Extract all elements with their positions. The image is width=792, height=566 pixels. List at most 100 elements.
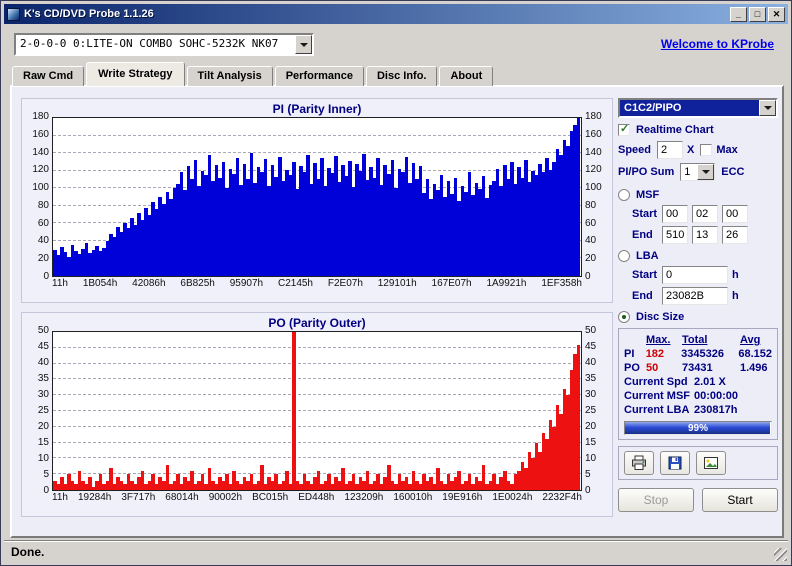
mode-combo[interactable]: C1C2/PIPO <box>618 98 778 118</box>
maximize-icon[interactable]: □ <box>749 6 766 22</box>
msf-end-m-input[interactable] <box>662 226 688 244</box>
printer-icon <box>632 455 646 470</box>
lba-start-input[interactable] <box>662 266 728 284</box>
lba-radio[interactable] <box>618 250 630 262</box>
x-tick-label: 11h <box>52 278 68 289</box>
app-window: K's CD/DVD Probe 1.1.26 _ □ ✕ 2-0-0-0 0:… <box>0 0 792 566</box>
y-tick-label: 40 <box>585 235 597 247</box>
tab-raw-cmd[interactable]: Raw Cmd <box>12 66 85 86</box>
pipo-sum-dropdown-button[interactable] <box>697 164 715 180</box>
y-tick-label: 160 <box>585 128 602 140</box>
y-tick-label: 0 <box>585 271 591 282</box>
lba-radio-row: LBA <box>618 250 778 262</box>
disc-size-radio[interactable] <box>618 311 630 323</box>
tab-disc-info[interactable]: Disc Info. <box>365 66 438 86</box>
export-image-button[interactable] <box>696 451 726 475</box>
pipo-sum-combo[interactable]: 1 <box>680 163 716 181</box>
tab-write-strategy[interactable]: Write Strategy <box>86 62 185 86</box>
dropdown-arrow-icon <box>299 42 308 51</box>
msf-radio[interactable] <box>618 189 630 201</box>
title-bar: K's CD/DVD Probe 1.1.26 _ □ ✕ <box>4 4 788 24</box>
lba-start-row: Start h <box>618 266 778 284</box>
stats-pi-avg: 68.152 <box>738 348 772 360</box>
resize-grip[interactable] <box>774 548 787 561</box>
realtime-label: Realtime Chart <box>636 124 714 136</box>
y-tick-label: 45 <box>585 341 597 352</box>
tab-about[interactable]: About <box>439 66 494 86</box>
y-tick-label: 45 <box>37 341 49 352</box>
max-checkbox[interactable] <box>700 144 713 156</box>
save-button[interactable] <box>660 451 690 475</box>
lba-end-unit: h <box>732 290 739 302</box>
y-tick-label: 15 <box>37 437 49 448</box>
y-tick-label: 35 <box>37 373 49 384</box>
run-buttons-row: Stop Start <box>618 488 778 512</box>
stop-button[interactable]: Stop <box>618 488 694 512</box>
y-tick-label: 140 <box>32 146 49 158</box>
pi-y-axis-right: 0 20 40 60 80 100 120 140 160 180 <box>582 112 608 282</box>
y-tick-label: 0 <box>585 485 591 496</box>
welcome-link[interactable]: Welcome to KProbe <box>661 37 774 51</box>
pi-chart-title: PI (Parity Inner) <box>272 102 362 116</box>
y-tick-label: 5 <box>585 469 591 480</box>
bar-series <box>53 332 581 490</box>
msf-end-f-input[interactable] <box>722 226 748 244</box>
speed-input[interactable] <box>657 141 684 159</box>
lba-end-input[interactable] <box>662 287 728 305</box>
x-tick-label: F2E07h <box>327 278 363 289</box>
x-tick-label: 1EF358h <box>541 278 582 289</box>
print-button[interactable] <box>624 451 654 475</box>
msf-end-s-input[interactable] <box>692 226 718 244</box>
y-tick-label: 80 <box>585 199 597 211</box>
app-icon <box>7 7 20 21</box>
y-tick-label: 10 <box>37 453 49 464</box>
msf-start-s-input[interactable] <box>692 205 718 223</box>
x-tick-label: 160010h <box>393 492 433 503</box>
minimize-icon[interactable]: _ <box>730 6 747 22</box>
current-speed-value: 2.01 X <box>694 376 726 388</box>
y-tick-label: 20 <box>37 253 49 265</box>
stats-header-row: Max. Total Avg <box>624 333 772 347</box>
x-tick-label: 68014h <box>165 492 199 503</box>
tab-label: Performance <box>285 70 353 82</box>
tab-label: Write Strategy <box>98 68 173 80</box>
tab-tilt-analysis[interactable]: Tilt Analysis <box>186 66 273 86</box>
lba-start-label: Start <box>632 269 658 281</box>
x-tick-label: 19284h <box>77 492 112 503</box>
msf-start-row: Start <box>618 205 778 223</box>
y-tick-label: 5 <box>43 469 49 480</box>
y-tick-label: 10 <box>585 453 597 464</box>
y-tick-label: 60 <box>37 217 49 229</box>
start-button[interactable]: Start <box>702 488 778 512</box>
x-tick-label: 1A9921h <box>486 278 527 289</box>
drive-selector[interactable]: 2-0-0-0 0:LITE-ON COMBO SOHC-5232K NK07 <box>14 33 314 56</box>
pi-x-axis: 11h 1B054h 42086h 6B825h 95907h C2145h F2E07h 1… <box>52 278 582 289</box>
tab-performance[interactable]: Performance <box>274 66 364 86</box>
y-tick-label: 180 <box>585 111 602 122</box>
y-tick-label: 30 <box>585 389 597 400</box>
current-msf-label: Current MSF <box>624 390 690 402</box>
realtime-checkbox[interactable] <box>618 122 630 136</box>
msf-start-f-input[interactable] <box>722 205 748 223</box>
disc-size-radio-row: Disc Size <box>618 311 778 323</box>
dropdown-arrow-icon <box>701 170 710 178</box>
stats-header-max: Max. <box>646 334 671 346</box>
msf-start-m-input[interactable] <box>662 205 688 223</box>
x-tick-label: BC015h <box>252 492 289 503</box>
current-lba-value: 230817h <box>694 404 738 416</box>
y-tick-label: 60 <box>585 217 597 229</box>
export-image-icon <box>704 457 718 469</box>
status-bar: Done. <box>4 540 788 562</box>
stats-po-total: 73431 <box>682 362 713 374</box>
x-tick-label: 1B054h <box>82 278 118 289</box>
lba-end-row: End h <box>618 287 778 305</box>
po-x-axis: 11h 19284h 3F717h 68014h 90002h BC015h ED448h 1… <box>52 492 582 503</box>
mode-combo-dropdown-button[interactable] <box>759 100 776 116</box>
stats-po-avg: 1.496 <box>740 362 768 374</box>
tab-label: Raw Cmd <box>23 70 74 82</box>
po-chart: PO (Parity Outer) 0 5 10 15 20 25 30 35 40 45 50 0… <box>21 312 613 517</box>
close-icon[interactable]: ✕ <box>768 6 785 22</box>
x-tick-label: 42086h <box>132 278 166 289</box>
drive-selector-dropdown-button[interactable] <box>295 35 312 54</box>
stats-po-max: 50 <box>646 362 659 374</box>
